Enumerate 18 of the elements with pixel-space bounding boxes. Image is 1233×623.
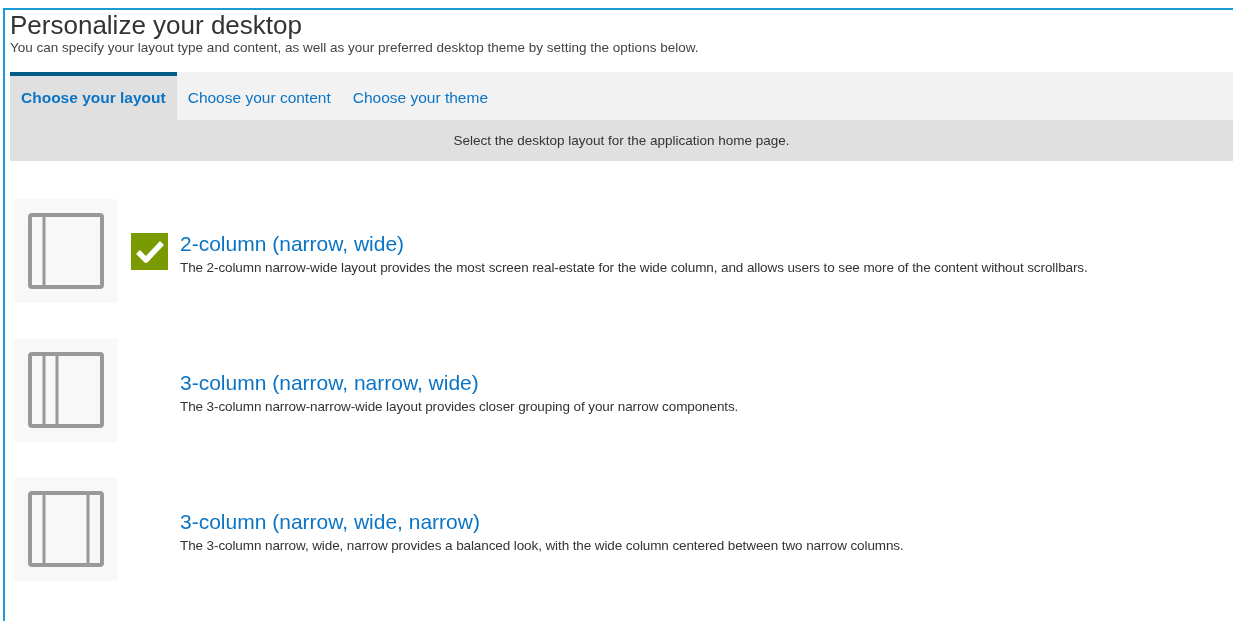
layout-description: The 3-column narrow, wide, narrow provides a balanced look, with the wide column centered between two narrow columns. bbox=[180, 537, 904, 553]
tab[interactable]: Choose your content bbox=[176, 72, 342, 120]
layout-icon bbox=[28, 491, 104, 567]
layout-description: The 3-column narrow-narrow-wide layout provides closer grouping of your narrow components. bbox=[180, 398, 739, 414]
layout-description: The 2-column narrow-wide layout provides the most screen real-estate for the wide column, and allows users to see more of the content without scrollbars. bbox=[180, 259, 1088, 275]
page-title: Personalize your desktop bbox=[10, 10, 303, 40]
layout-icon bbox=[28, 352, 104, 428]
layout-title[interactable]: 2-column (narrow, wide) bbox=[180, 231, 1088, 256]
layout-title[interactable]: 3-column (narrow, narrow, wide) bbox=[180, 370, 739, 395]
layout-thumbnail[interactable] bbox=[14, 338, 118, 442]
tab[interactable]: Choose your layout bbox=[10, 72, 177, 120]
layout-title[interactable]: 3-column (narrow, wide, narrow) bbox=[180, 509, 904, 534]
instruction-text: Select the desktop layout for the application home page. bbox=[10, 120, 1233, 161]
layout-thumbnail[interactable] bbox=[14, 477, 118, 581]
tab[interactable]: Choose your theme bbox=[341, 72, 499, 120]
layout-thumbnail[interactable] bbox=[14, 199, 118, 303]
layout-icon bbox=[28, 213, 104, 289]
page-subtitle: You can specify your layout type and content, as well as your preferred desktop theme by setting the options below. bbox=[10, 40, 700, 56]
